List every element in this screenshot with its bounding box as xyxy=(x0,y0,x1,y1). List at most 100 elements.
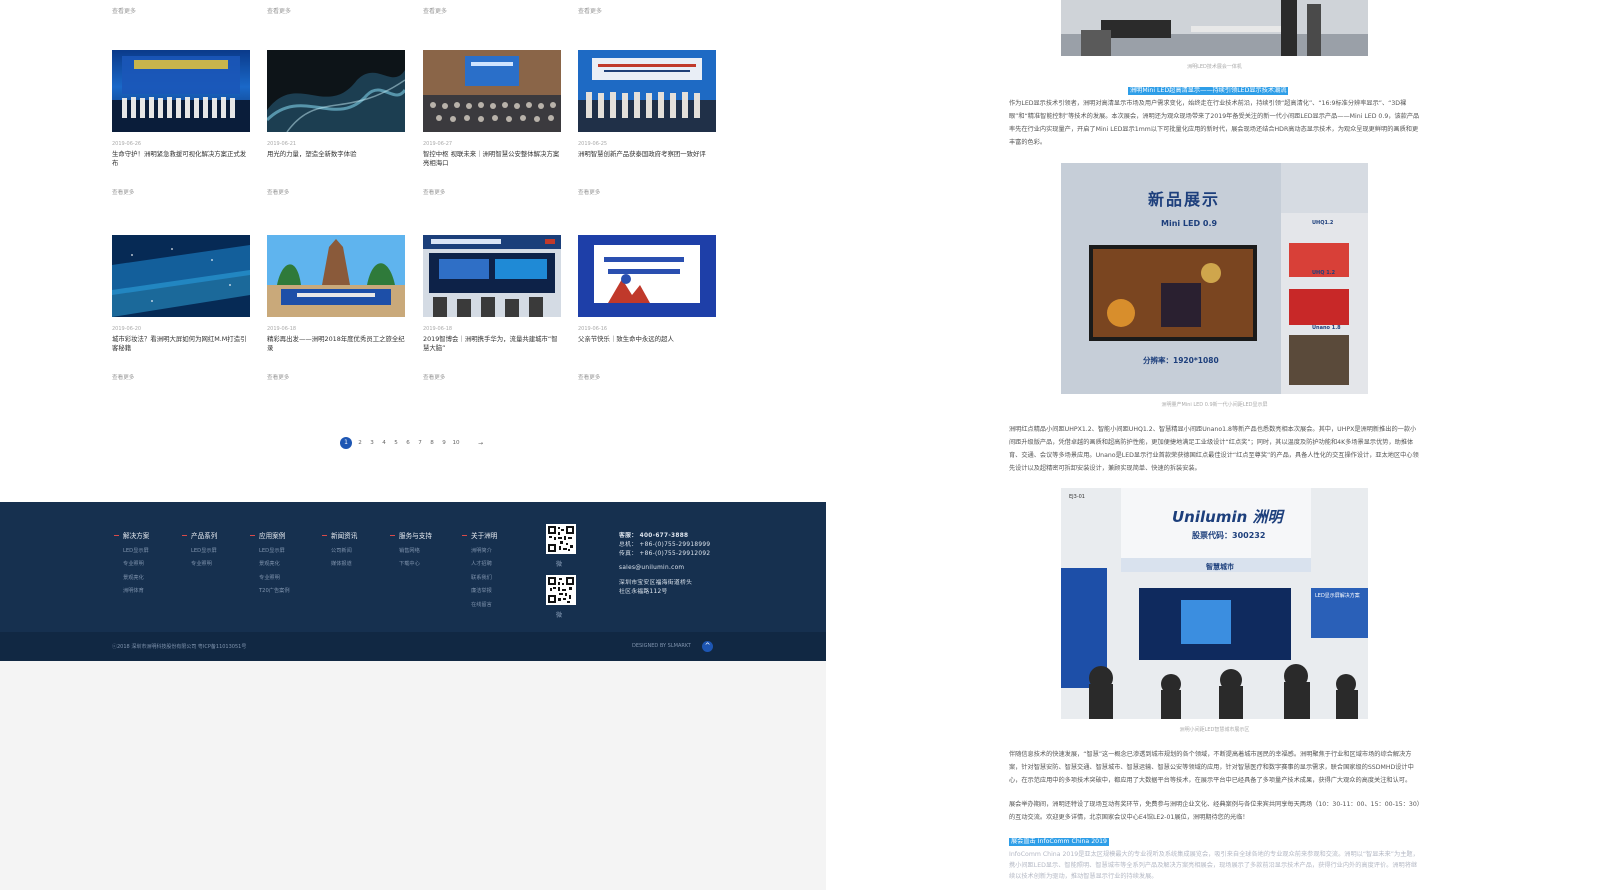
email-link[interactable]: sales@unilumin.com xyxy=(619,564,710,573)
footer-column-title[interactable]: 关于洲明 xyxy=(462,530,497,540)
news-card[interactable]: 2019-06-18 2019智博会｜洲明携手华为，流量共建城市“智慧大脑” 查… xyxy=(423,235,561,381)
footer-link[interactable]: LED显示屏 xyxy=(114,547,149,554)
footer-link[interactable]: 下载中心 xyxy=(390,560,432,567)
article-paragraph: 伴随信息技术的快速发展，“智慧”这一概念已渗透到城市规划的各个领域，不断提高着城… xyxy=(1009,751,1414,784)
read-more-link[interactable]: 查看更多 xyxy=(578,188,716,196)
page-2-button[interactable]: 2 xyxy=(356,440,364,446)
news-thumbnail[interactable] xyxy=(578,50,716,132)
news-thumbnail[interactable] xyxy=(423,235,561,317)
footer-column-title[interactable]: 新闻资讯 xyxy=(322,530,357,540)
page-4-button[interactable]: 4 xyxy=(380,440,388,446)
news-thumbnail[interactable] xyxy=(578,235,716,317)
footer-link[interactable]: 洲明简介 xyxy=(462,547,497,554)
footer-link[interactable]: LED显示屏 xyxy=(250,547,290,554)
hotline-text: 客服： 400-677-3888 xyxy=(619,533,689,539)
dash-icon xyxy=(114,534,119,536)
footer-link[interactable]: 专业照明 xyxy=(182,560,217,567)
news-title[interactable]: 父亲节快乐｜致生命中永远的超人 xyxy=(578,335,716,353)
booth-smart-city: 智慧城市 xyxy=(1206,563,1234,571)
article-paragraph: 洲明红点精品小间距UHPX1.2、智能小间距UHQ1.2、智慧精显小间距Unan… xyxy=(1009,426,1419,472)
read-more-link[interactable]: 查看更多 xyxy=(112,6,136,15)
footer-column-about: 关于洲明 洲明简介 人才招聘 联系我们 廉洁举报 在线留言 xyxy=(462,530,497,608)
footer-link[interactable]: 专业照明 xyxy=(250,574,290,581)
news-thumbnail-image xyxy=(423,235,561,317)
footer-link[interactable]: 公司新闻 xyxy=(322,547,357,554)
read-more-link[interactable]: 查看更多 xyxy=(267,6,291,15)
weibo-qr-code xyxy=(546,575,576,605)
read-more-link[interactable]: 查看更多 xyxy=(112,373,250,381)
footer-link[interactable]: 联系我们 xyxy=(462,574,497,581)
page-5-button[interactable]: 5 xyxy=(392,440,400,446)
dash-icon xyxy=(390,534,395,536)
news-date: 2019-06-27 xyxy=(423,141,453,147)
news-card[interactable]: 2019-06-18 精彩再出发——洲明2018年度优秀员工之旅全纪录 查看更多 xyxy=(267,235,405,381)
page-7-button[interactable]: 7 xyxy=(416,440,424,446)
news-thumbnail[interactable] xyxy=(112,50,250,132)
read-more-link[interactable]: 查看更多 xyxy=(578,373,716,381)
news-thumbnail[interactable] xyxy=(267,50,405,132)
footer-link[interactable]: LED显示屏 xyxy=(182,547,217,554)
news-list-page: 查看更多 查看更多 查看更多 查看更多 2019-06-26 生命守护！洲明紧急… xyxy=(0,0,826,890)
news-title[interactable]: 2019智博会｜洲明携手华为，流量共建城市“智慧大脑” xyxy=(423,335,561,353)
news-thumbnail[interactable] xyxy=(112,235,250,317)
read-more-link[interactable]: 查看更多 xyxy=(578,6,602,15)
footer-link[interactable]: 人才招聘 xyxy=(462,560,497,567)
dash-icon xyxy=(322,534,327,536)
article-image-booth-graphic xyxy=(1061,0,1368,56)
footer-link[interactable]: 销售网络 xyxy=(390,547,432,554)
news-date: 2019-06-18 xyxy=(423,326,453,332)
booth-stock-code: 股票代码：300232 xyxy=(1192,531,1266,540)
read-more-link[interactable]: 查看更多 xyxy=(423,6,447,15)
footer-column-title[interactable]: 解决方案 xyxy=(114,530,149,540)
page-1-button[interactable]: 1 xyxy=(340,437,352,449)
footer-column-title[interactable]: 服务与支持 xyxy=(390,530,432,540)
article-paragraph: 作为LED显示技术引领者，洲明对高清显示市场及用户需求变化，始终走在行业技术前沿… xyxy=(1009,100,1420,146)
news-card[interactable]: 2019-06-20 城市彩妆法？看洲明大屏如何为网红M.M打造引客秘籍 查看更… xyxy=(112,235,250,381)
read-more-link[interactable]: 查看更多 xyxy=(112,188,250,196)
news-title[interactable]: 生命守护！洲明紧急救援可视化解决方案正式发布 xyxy=(112,150,250,168)
news-card[interactable]: 2019-06-26 生命守护！洲明紧急救援可视化解决方案正式发布 查看更多 xyxy=(112,50,250,196)
news-card[interactable]: 2019-06-21 用光的力量，塑造全新数字体验 查看更多 xyxy=(267,50,405,196)
footer-link[interactable]: 在线留言 xyxy=(462,601,497,608)
page-3-button[interactable]: 3 xyxy=(368,440,376,446)
news-title[interactable]: 城市彩妆法？看洲明大屏如何为网红M.M打造引客秘籍 xyxy=(112,335,250,353)
footer-link[interactable]: T20广告案例 xyxy=(250,587,290,594)
read-more-link[interactable]: 查看更多 xyxy=(423,373,561,381)
page-6-button[interactable]: 6 xyxy=(404,440,412,446)
designed-by-link[interactable]: DESIGNED BY SLMARKT xyxy=(632,643,691,649)
page-9-button[interactable]: 9 xyxy=(440,440,448,446)
footer-column-title-text: 新闻资讯 xyxy=(331,532,358,540)
wechat-qr-code xyxy=(546,524,576,554)
uhq-label: UHQ1.2 xyxy=(1312,220,1334,226)
footer-link[interactable]: 洲明体育 xyxy=(114,587,149,594)
back-to-top-button[interactable]: ^ xyxy=(702,641,713,652)
footer-column-title-text: 应用案例 xyxy=(259,532,286,540)
footer-link[interactable]: 廉洁举报 xyxy=(462,587,497,594)
footer-column-title[interactable]: 产品系列 xyxy=(182,530,217,540)
read-more-link[interactable]: 查看更多 xyxy=(423,188,561,196)
phone-text: 总机： +86-(0)755-29918999 xyxy=(619,542,711,548)
news-thumbnail-image xyxy=(112,56,250,132)
page-10-button[interactable]: 10 xyxy=(452,440,460,446)
news-title[interactable]: 精彩再出发——洲明2018年度优秀员工之旅全纪录 xyxy=(267,335,405,353)
footer-column-title[interactable]: 应用案例 xyxy=(250,530,290,540)
next-page-arrow-icon[interactable]: → xyxy=(478,440,483,447)
footer-contact: 客服： 400-677-3888 总机： +86-(0)755-29918999… xyxy=(619,532,710,597)
news-thumbnail[interactable] xyxy=(423,50,561,132)
footer-link[interactable]: 媒体报道 xyxy=(322,560,357,567)
news-card[interactable]: 2019-06-16 父亲节快乐｜致生命中永远的超人 查看更多 xyxy=(578,235,716,381)
news-thumbnail[interactable] xyxy=(267,235,405,317)
news-card[interactable]: 2019-06-27 智控中枢 视联未来｜洲明智慧公安整体解决方案亮相海口 查看… xyxy=(423,50,561,196)
page-8-button[interactable]: 8 xyxy=(428,440,436,446)
unano-label: Unano 1.8 xyxy=(1312,325,1341,331)
footer-link[interactable]: 景观亮化 xyxy=(250,560,290,567)
read-more-link[interactable]: 查看更多 xyxy=(267,188,405,196)
news-title[interactable]: 用光的力量，塑造全新数字体验 xyxy=(267,150,405,168)
read-more-link[interactable]: 查看更多 xyxy=(267,373,405,381)
footer-link[interactable]: 景观亮化 xyxy=(114,574,149,581)
news-title[interactable]: 洲明智慧创新产品获泰国政府考察团一致好评 xyxy=(578,150,716,168)
news-card[interactable]: 2019-06-25 洲明智慧创新产品获泰国政府考察团一致好评 查看更多 xyxy=(578,50,716,196)
booth-brand-logo: Unilumin 洲明 xyxy=(1172,508,1283,526)
news-title[interactable]: 智控中枢 视联未来｜洲明智慧公安整体解决方案亮相海口 xyxy=(423,150,561,168)
footer-link[interactable]: 专业照明 xyxy=(114,560,149,567)
